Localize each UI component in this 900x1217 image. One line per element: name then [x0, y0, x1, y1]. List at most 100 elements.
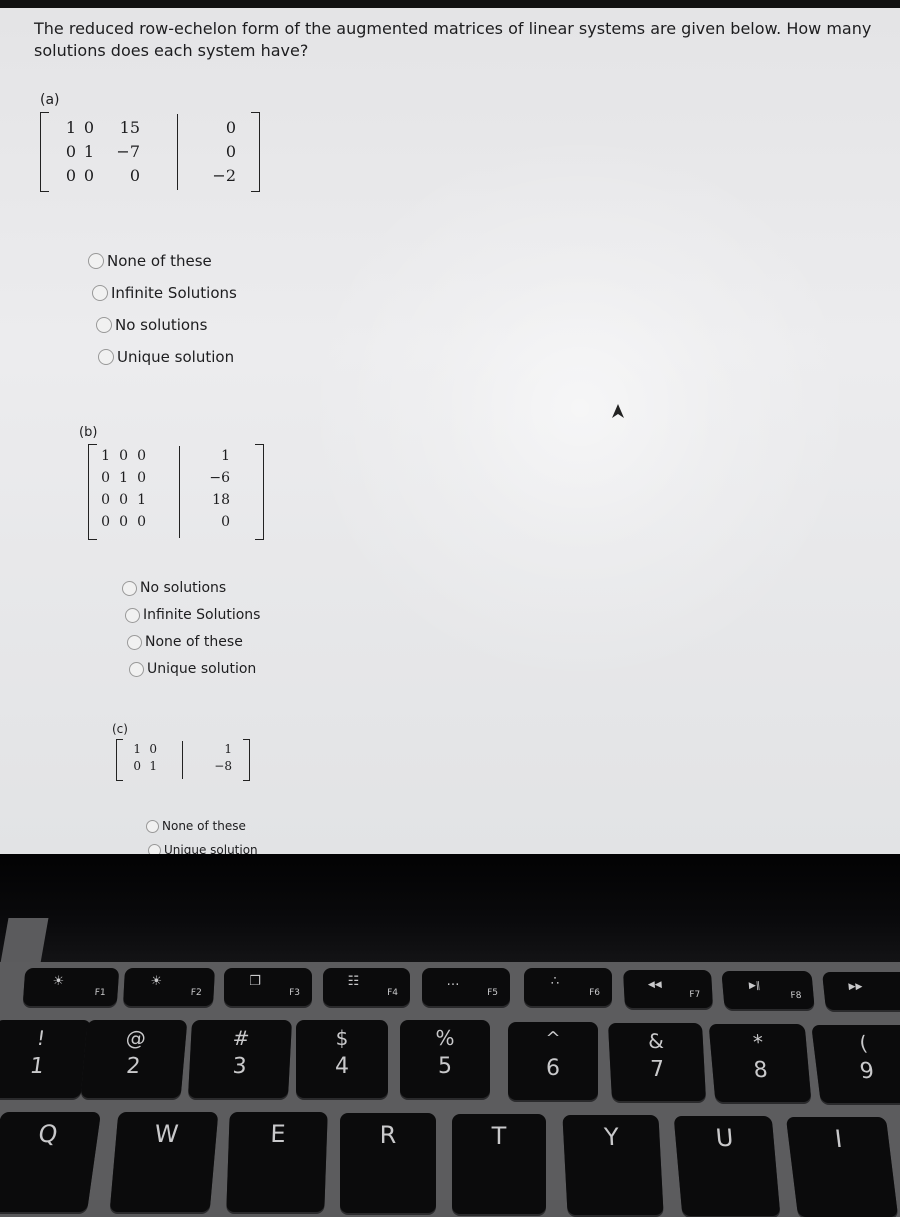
- matrix-cell: −8: [214, 759, 232, 773]
- key-4[interactable]: $ 4: [296, 1020, 388, 1098]
- key-shift-label: &: [647, 1029, 665, 1053]
- radio-button[interactable]: [96, 317, 112, 333]
- key-f6[interactable]: ∴ F6: [524, 968, 612, 1006]
- part-b-label: (b): [79, 425, 98, 440]
- matrix-cell: 18: [212, 492, 230, 508]
- radio-button[interactable]: [122, 580, 137, 596]
- radio-button[interactable]: [88, 253, 104, 269]
- key-label: F5: [487, 988, 498, 998]
- key-9[interactable]: ( 9: [811, 1025, 900, 1103]
- key-f4[interactable]: ☷ F4: [323, 968, 410, 1006]
- key-q[interactable]: Q: [0, 1112, 102, 1212]
- part-a-label: (a): [40, 92, 60, 108]
- key-y[interactable]: Y: [562, 1115, 664, 1215]
- key-main-label: 7: [649, 1057, 666, 1082]
- matrix-cell: 0: [225, 142, 236, 161]
- matrix-cell: 0: [101, 470, 110, 486]
- key-3[interactable]: # 3: [187, 1020, 293, 1098]
- key-r[interactable]: R: [340, 1113, 436, 1213]
- keyboard-light-down-icon: …: [446, 974, 460, 989]
- option-infinite-solutions[interactable]: Infinite Solutions: [92, 284, 237, 302]
- matrix-cell: 0: [137, 514, 146, 530]
- key-shift-label: (: [858, 1031, 869, 1055]
- matrix-cell: 0: [101, 492, 110, 508]
- option-unique-solution[interactable]: Unique solution: [148, 843, 258, 854]
- matrix-a: 1 0 15 0 0 1 −7 0 0 0 0 −2: [40, 112, 260, 192]
- option-label: Infinite Solutions: [111, 284, 237, 302]
- key-f5[interactable]: … F5: [422, 968, 510, 1006]
- matrix-cell: 0: [129, 166, 140, 185]
- play-pause-icon: ▶‖: [748, 981, 761, 991]
- key-main-label: 3: [231, 1054, 248, 1079]
- key-w[interactable]: W: [109, 1112, 219, 1212]
- key-f2[interactable]: ☀ F2: [123, 968, 215, 1006]
- option-none-of-these[interactable]: None of these: [127, 634, 243, 650]
- matrix-cell: 1: [119, 470, 128, 486]
- part-c-label: (c): [112, 722, 128, 736]
- radio-button[interactable]: [129, 661, 144, 677]
- matrix-cell: 1: [133, 742, 141, 756]
- screen-glare: [300, 128, 860, 688]
- key-f8[interactable]: ▶‖ F8: [721, 971, 815, 1009]
- key-shift-label: ^: [545, 1028, 561, 1049]
- key-main-label: I: [833, 1125, 844, 1153]
- laptop-screen: The reduced row-echelon form of the augm…: [0, 8, 900, 854]
- radio-button[interactable]: [98, 349, 114, 365]
- radio-button[interactable]: [92, 285, 108, 301]
- option-label: Unique solution: [147, 661, 257, 677]
- fast-forward-icon: ▶▶: [848, 982, 864, 992]
- option-none-of-these[interactable]: None of these: [88, 252, 212, 270]
- matrix-c-row: 0 1 −8: [116, 759, 250, 779]
- option-no-solutions[interactable]: No solutions: [122, 580, 226, 596]
- key-main-label: 2: [125, 1054, 142, 1079]
- matrix-c: 1 0 1 0 1 −8: [116, 739, 250, 781]
- key-f7[interactable]: ◀◀ F7: [623, 970, 713, 1008]
- option-infinite-solutions[interactable]: Infinite Solutions: [125, 607, 260, 623]
- key-label: F3: [289, 988, 300, 998]
- matrix-cell: 0: [149, 742, 157, 756]
- launchpad-icon: ☷: [347, 974, 360, 989]
- key-main-label: 8: [752, 1058, 769, 1083]
- key-i[interactable]: I: [785, 1117, 899, 1217]
- key-8[interactable]: * 8: [708, 1024, 812, 1102]
- option-label: No solutions: [140, 580, 227, 596]
- option-unique-solution[interactable]: Unique solution: [98, 348, 234, 366]
- key-6[interactable]: ^ 6: [508, 1022, 598, 1100]
- brightness-up-icon: ☀: [150, 974, 163, 989]
- key-main-label: Q: [36, 1120, 60, 1148]
- key-5[interactable]: % 5: [400, 1020, 490, 1098]
- option-unique-solution[interactable]: Unique solution: [129, 661, 256, 677]
- key-label: F7: [689, 990, 701, 1000]
- key-2[interactable]: @ 2: [80, 1020, 188, 1098]
- key-f1[interactable]: ☀ F1: [22, 968, 120, 1006]
- key-label: F2: [190, 988, 202, 998]
- radio-button[interactable]: [127, 634, 142, 650]
- key-shift-label: #: [232, 1026, 251, 1050]
- matrix-a-row: 0 1 −7 0: [40, 142, 260, 162]
- key-label: F1: [94, 988, 106, 998]
- brightness-down-icon: ☀: [52, 974, 65, 989]
- key-main-label: 5: [438, 1054, 452, 1079]
- key-e[interactable]: E: [226, 1112, 328, 1212]
- matrix-a-row: 0 0 0 −2: [40, 166, 260, 186]
- matrix-cell: 1: [224, 742, 232, 756]
- matrix-cell: −2: [212, 166, 236, 185]
- key-main-label: R: [379, 1121, 397, 1149]
- key-t[interactable]: T: [452, 1114, 546, 1214]
- matrix-a-row: 1 0 15 0: [40, 118, 260, 138]
- radio-button[interactable]: [148, 843, 161, 854]
- key-u[interactable]: U: [673, 1116, 781, 1216]
- matrix-cell: 0: [119, 514, 128, 530]
- key-7[interactable]: & 7: [607, 1023, 707, 1101]
- radio-button[interactable]: [125, 607, 140, 623]
- matrix-cell: 0: [83, 166, 94, 185]
- option-no-solutions[interactable]: No solutions: [96, 316, 207, 334]
- option-none-of-these[interactable]: None of these: [146, 819, 246, 833]
- keyboard-light-up-icon: ∴: [550, 974, 560, 989]
- key-1[interactable]: ! 1: [0, 1020, 92, 1098]
- key-f3[interactable]: ❐ F3: [224, 968, 312, 1006]
- radio-button[interactable]: [146, 819, 159, 833]
- key-f9[interactable]: ▶▶: [822, 972, 900, 1010]
- mission-control-icon: ❐: [249, 974, 261, 989]
- key-label: F6: [589, 988, 600, 998]
